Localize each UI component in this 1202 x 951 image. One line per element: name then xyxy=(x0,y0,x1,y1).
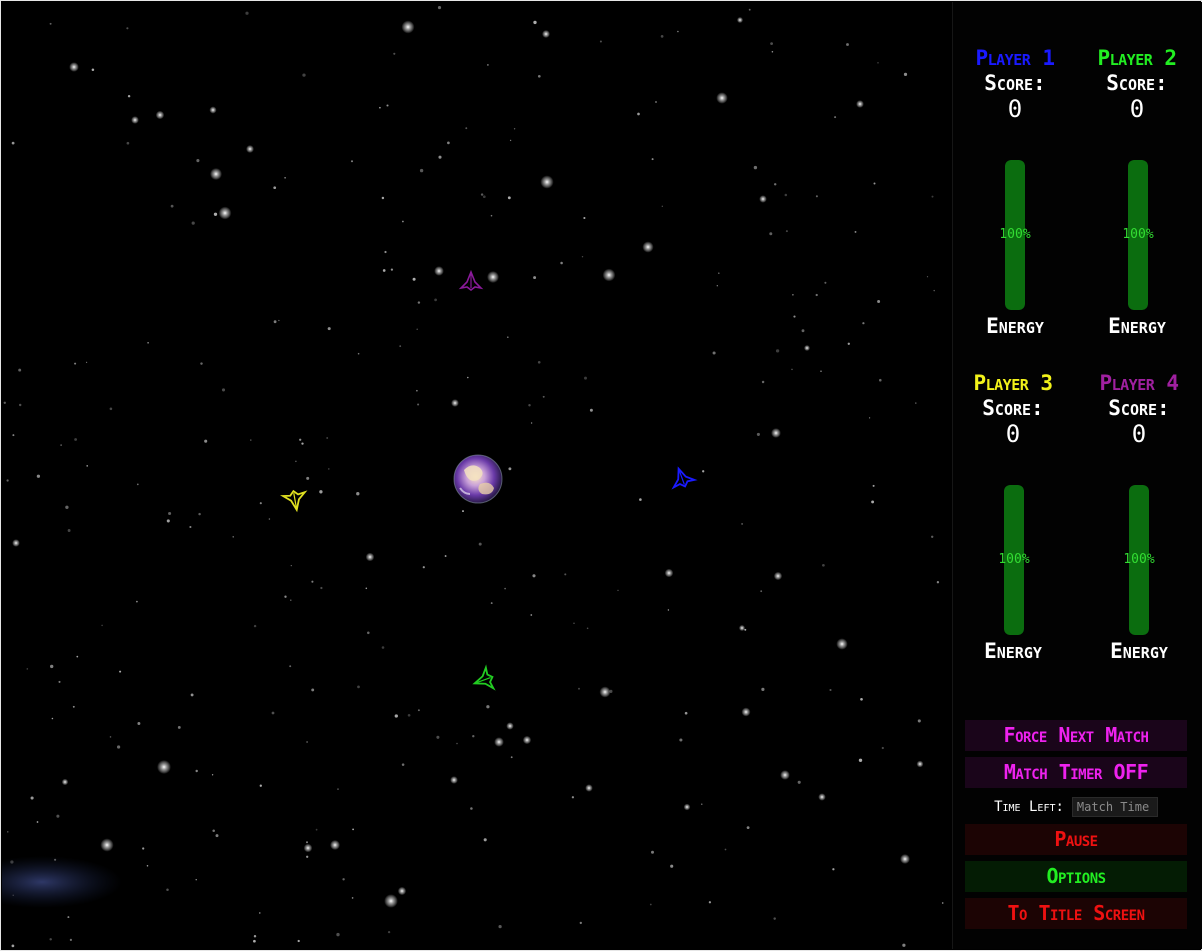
player-4-score: 0 xyxy=(1131,420,1147,448)
player-4-name: Player 4 xyxy=(1099,371,1179,395)
player-3-score: 0 xyxy=(1005,420,1021,448)
player-4-ship[interactable] xyxy=(458,269,484,291)
player-3-energy-label: Energy xyxy=(984,639,1042,663)
player-2-score: 0 xyxy=(1129,95,1145,123)
options-button[interactable]: Options xyxy=(965,861,1187,892)
time-left-label: Time Left: xyxy=(994,799,1064,815)
player-1-score: 0 xyxy=(1007,95,1023,123)
time-left-row: Time Left: xyxy=(965,795,1187,819)
player-3-name: Player 3 xyxy=(973,371,1053,395)
player-3-card: Player 3 Score: 0 xyxy=(953,371,1073,447)
nebula-glow xyxy=(2,856,122,908)
planet[interactable] xyxy=(453,454,503,504)
player-4-energy-label: Energy xyxy=(1110,639,1168,663)
player-4-score-label: Score: xyxy=(1108,396,1170,420)
player-2-energy-label: Energy xyxy=(1108,314,1166,338)
player-2-ship[interactable] xyxy=(471,664,496,694)
player-2-name: Player 2 xyxy=(1097,46,1177,70)
to-title-screen-button[interactable]: To Title Screen xyxy=(965,898,1187,929)
player-3-score-label: Score: xyxy=(982,396,1044,420)
match-timer-toggle-button[interactable]: Match Timer OFF xyxy=(965,757,1187,788)
player-4-card: Player 4 Score: 0 xyxy=(1079,371,1199,447)
player-1-energy-percent: 100% xyxy=(999,227,1031,242)
player-1-name: Player 1 xyxy=(975,46,1055,70)
player-1-energy-label: Energy xyxy=(986,314,1044,338)
space-arena[interactable] xyxy=(2,2,951,949)
force-next-match-button[interactable]: Force Next Match xyxy=(965,720,1187,751)
player-1-score-label: Score: xyxy=(984,71,1046,95)
player-2-score-label: Score: xyxy=(1106,71,1168,95)
match-time-input[interactable] xyxy=(1071,797,1158,817)
player-1-card: Player 1 Score: 0 xyxy=(955,46,1075,122)
player-3-ship[interactable] xyxy=(280,489,308,513)
player-2-energy-percent: 100% xyxy=(1122,227,1154,242)
player-4-energy-percent: 100% xyxy=(1123,552,1155,567)
pause-button[interactable]: Pause xyxy=(965,824,1187,855)
space-canvas xyxy=(2,6,944,948)
player-2-card: Player 2 Score: 0 xyxy=(1077,46,1197,122)
player-1-ship[interactable] xyxy=(668,465,698,490)
player-3-energy-percent: 100% xyxy=(998,552,1030,567)
